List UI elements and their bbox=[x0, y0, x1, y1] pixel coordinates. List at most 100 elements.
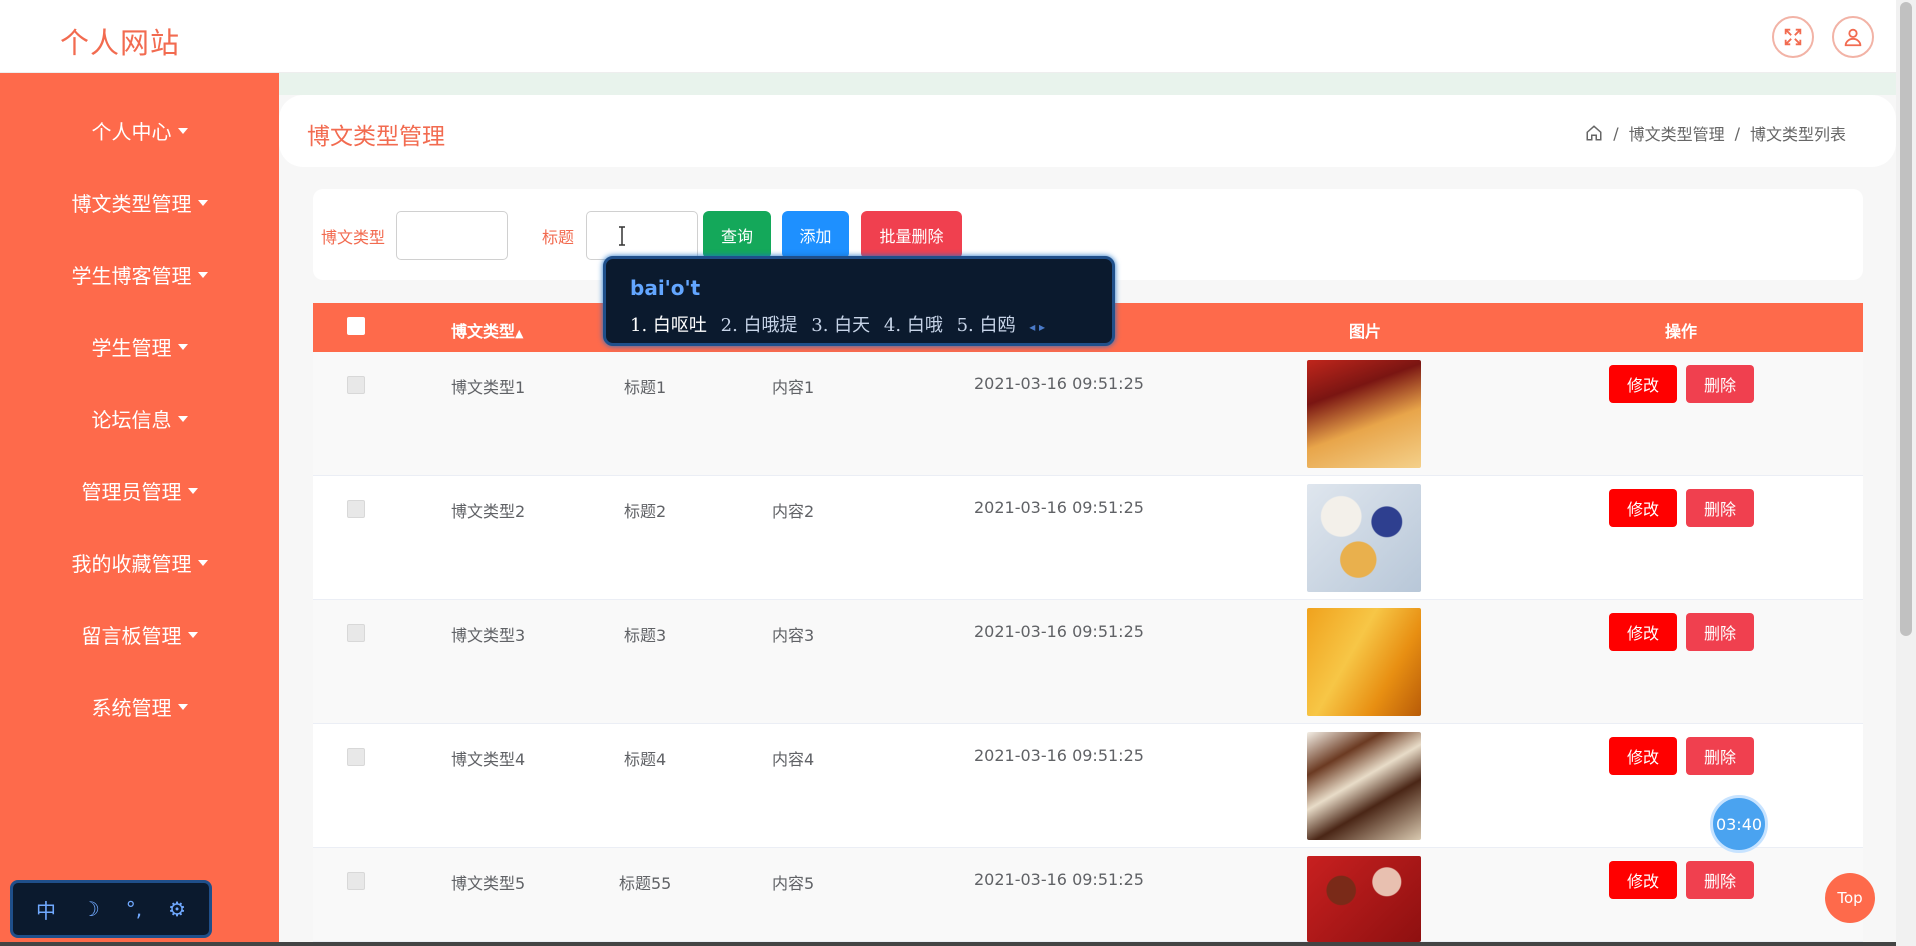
ime-candidate[interactable]: 5. 白鸥 bbox=[957, 315, 1016, 336]
cell-type: 博文类型5 bbox=[451, 874, 526, 893]
delete-button[interactable]: 删除 bbox=[1686, 365, 1754, 403]
fullscreen-button[interactable] bbox=[1772, 16, 1814, 58]
top-bar: 个人网站 bbox=[0, 0, 1896, 73]
row-checkbox[interactable] bbox=[347, 500, 365, 518]
sidebar-item-students[interactable]: 学生管理 bbox=[0, 321, 279, 371]
caret-down-icon bbox=[197, 200, 208, 206]
user-icon bbox=[1844, 28, 1862, 47]
sort-icon[interactable]: ▲︎ bbox=[515, 327, 523, 340]
row-image bbox=[1307, 484, 1421, 592]
ime-candidate[interactable]: 2. 白哦提 bbox=[721, 315, 798, 336]
page-scrollbar[interactable] bbox=[1896, 0, 1916, 946]
home-icon[interactable] bbox=[1585, 124, 1603, 142]
row-checkbox[interactable] bbox=[347, 748, 365, 766]
delete-button[interactable]: 删除 bbox=[1686, 613, 1754, 651]
column-header-image: 图片 bbox=[1349, 322, 1382, 341]
cell-time: 2021-03-16 09:51:25 bbox=[974, 870, 1144, 889]
sidebar-item-admins[interactable]: 管理员管理 bbox=[0, 465, 279, 515]
edit-button[interactable]: 修改 bbox=[1609, 489, 1677, 527]
cell-title: 标题4 bbox=[624, 750, 667, 769]
table-row: 博文类型2 标题2 内容2 2021-03-16 09:51:25 修改 删除 bbox=[313, 476, 1863, 600]
sidebar-item-favorites[interactable]: 我的收藏管理 bbox=[0, 537, 279, 587]
ime-page-icon[interactable]: ◂ ▸ bbox=[1029, 320, 1045, 334]
row-checkbox[interactable] bbox=[347, 872, 365, 890]
punctuation-icon[interactable]: °, bbox=[126, 897, 142, 921]
cell-content: 内容1 bbox=[772, 378, 815, 397]
batch-delete-button[interactable]: 批量删除 bbox=[861, 211, 962, 259]
sidebar-item-personal-center[interactable]: 个人中心 bbox=[0, 105, 279, 155]
delete-button[interactable]: 删除 bbox=[1686, 737, 1754, 775]
table-row: 博文类型4 标题4 内容4 2021-03-16 09:51:25 修改 删除 bbox=[313, 724, 1863, 848]
sidebar: 个人中心 博文类型管理 学生博客管理 学生管理 论坛信息 管理员管理 我的收藏管… bbox=[0, 73, 279, 946]
site-brand: 个人网站 bbox=[60, 26, 181, 60]
caret-down-icon bbox=[197, 272, 208, 278]
cell-type: 博文类型1 bbox=[451, 378, 526, 397]
content-top-strip bbox=[279, 73, 1896, 95]
ime-candidates: 1. 白呕吐 2. 白哦提 3. 白天 4. 白哦 5. 白鸥 ◂ ▸ bbox=[630, 311, 1053, 337]
ime-candidate[interactable]: 1. 白呕吐 bbox=[630, 315, 707, 336]
cell-type: 博文类型2 bbox=[451, 502, 526, 521]
sidebar-item-system[interactable]: 系统管理 bbox=[0, 681, 279, 731]
ime-candidate[interactable]: 3. 白天 bbox=[811, 315, 870, 336]
edit-button[interactable]: 修改 bbox=[1609, 861, 1677, 899]
back-to-top-button[interactable]: Top bbox=[1825, 873, 1875, 923]
cell-time: 2021-03-16 09:51:25 bbox=[974, 374, 1144, 393]
page-title: 博文类型管理 bbox=[307, 124, 445, 150]
cell-content: 内容5 bbox=[772, 874, 815, 893]
sidebar-item-forum[interactable]: 论坛信息 bbox=[0, 393, 279, 443]
settings-icon[interactable]: ⚙ bbox=[168, 897, 186, 921]
sidebar-item-blog-type[interactable]: 博文类型管理 bbox=[0, 177, 279, 227]
cell-time: 2021-03-16 09:51:25 bbox=[974, 498, 1144, 517]
breadcrumb-item[interactable]: 博文类型管理 bbox=[1629, 121, 1725, 145]
cell-title: 标题1 bbox=[624, 378, 667, 397]
scroll-thumb[interactable] bbox=[1900, 2, 1912, 636]
sidebar-item-student-blog[interactable]: 学生博客管理 bbox=[0, 249, 279, 299]
caret-down-icon bbox=[177, 128, 188, 134]
cell-title: 标题3 bbox=[624, 626, 667, 645]
bottom-border bbox=[0, 942, 1896, 946]
cell-time: 2021-03-16 09:51:25 bbox=[974, 622, 1144, 641]
row-image bbox=[1307, 608, 1421, 716]
cell-title: 标题55 bbox=[619, 874, 672, 893]
title-label: 标题 bbox=[542, 228, 575, 247]
delete-button[interactable]: 删除 bbox=[1686, 489, 1754, 527]
caret-down-icon bbox=[197, 560, 208, 566]
caret-down-icon bbox=[177, 344, 188, 350]
row-image bbox=[1307, 732, 1421, 840]
timer-badge[interactable]: 03:40 bbox=[1710, 795, 1768, 853]
cell-time: 2021-03-16 09:51:25 bbox=[974, 746, 1144, 765]
title-card: 博文类型管理 / 博文类型管理 / 博文类型列表 bbox=[279, 95, 1896, 167]
caret-down-icon bbox=[177, 704, 188, 710]
table-row: 博文类型3 标题3 内容3 2021-03-16 09:51:25 修改 删除 bbox=[313, 600, 1863, 724]
blog-type-label: 博文类型 bbox=[321, 228, 386, 247]
ime-mode-toggle[interactable]: 中 bbox=[36, 895, 56, 924]
edit-button[interactable]: 修改 bbox=[1609, 737, 1677, 775]
text-cursor-icon bbox=[619, 226, 625, 246]
column-header-blog-type[interactable]: 博文类型▲︎ bbox=[451, 318, 523, 342]
add-button[interactable]: 添加 bbox=[782, 211, 849, 259]
table-row: 博文类型1 标题1 内容1 2021-03-16 09:51:25 修改 删除 bbox=[313, 352, 1863, 476]
breadcrumb: / 博文类型管理 / 博文类型列表 bbox=[1585, 121, 1846, 145]
ime-composition: bai'o't bbox=[630, 276, 701, 300]
cell-title: 标题2 bbox=[624, 502, 667, 521]
ime-candidate[interactable]: 4. 白哦 bbox=[884, 315, 943, 336]
title-input[interactable] bbox=[586, 211, 698, 260]
breadcrumb-item-current: 博文类型列表 bbox=[1749, 125, 1846, 144]
table-row: 博文类型5 标题55 内容5 2021-03-16 09:51:25 修改 删除 bbox=[313, 848, 1863, 942]
cell-content: 内容4 bbox=[772, 750, 815, 769]
row-image bbox=[1307, 360, 1421, 468]
user-button[interactable] bbox=[1832, 16, 1874, 58]
row-checkbox[interactable] bbox=[347, 376, 365, 394]
edit-button[interactable]: 修改 bbox=[1609, 365, 1677, 403]
row-checkbox[interactable] bbox=[347, 624, 365, 642]
edit-button[interactable]: 修改 bbox=[1609, 613, 1677, 651]
blog-type-input[interactable] bbox=[396, 211, 508, 260]
moon-icon[interactable]: ☽ bbox=[82, 897, 100, 921]
query-button[interactable]: 查询 bbox=[703, 211, 771, 259]
sidebar-item-message-board[interactable]: 留言板管理 bbox=[0, 609, 279, 659]
select-all-checkbox[interactable] bbox=[347, 317, 365, 335]
caret-down-icon bbox=[177, 416, 188, 422]
caret-down-icon bbox=[187, 632, 198, 638]
cell-content: 内容2 bbox=[772, 502, 815, 521]
delete-button[interactable]: 删除 bbox=[1686, 861, 1754, 899]
